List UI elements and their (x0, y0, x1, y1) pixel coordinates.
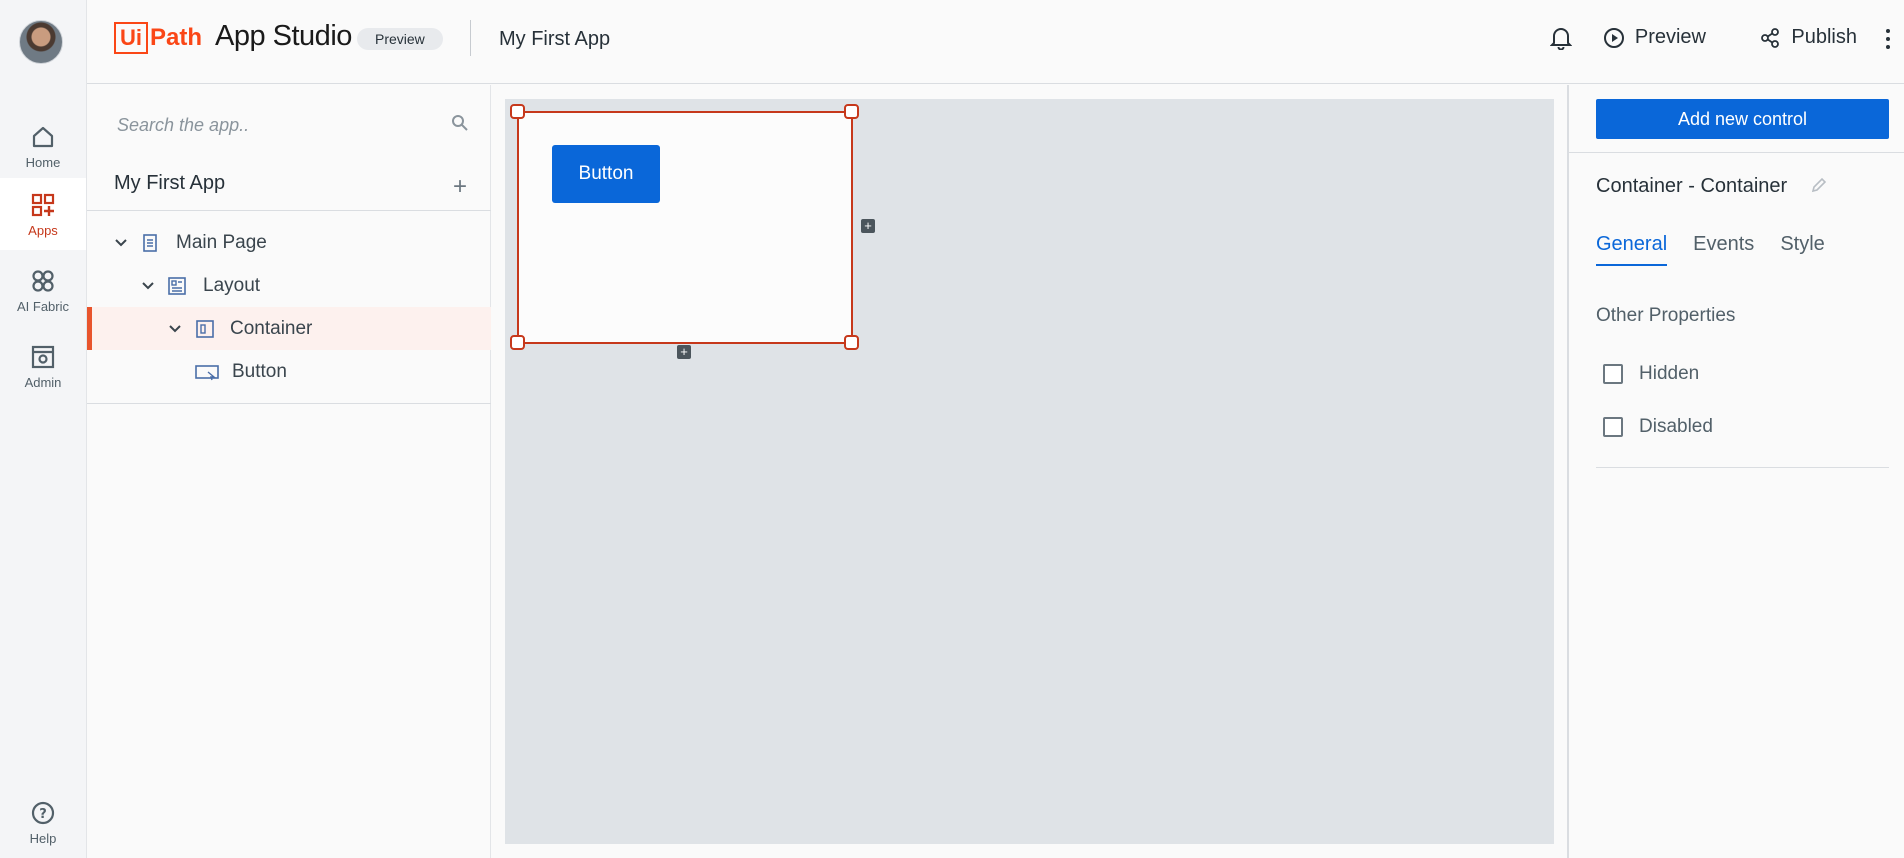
preview-badge: Preview (357, 28, 443, 50)
help-icon: ? (31, 801, 55, 824)
tree-item-layout[interactable]: Layout (87, 264, 491, 307)
hidden-checkbox-row[interactable]: Hidden (1603, 363, 1699, 385)
tree-item-button[interactable]: Button (87, 350, 491, 393)
app-studio: Home Apps AI Fabric Admin ? Help Ui Path… (0, 0, 1904, 858)
design-canvas-area: Button + + (491, 85, 1567, 858)
disabled-checkbox-row[interactable]: Disabled (1603, 416, 1713, 438)
project-name[interactable]: My First App (499, 28, 610, 51)
home-icon (32, 126, 54, 147)
tree-item-container[interactable]: Container (87, 307, 491, 350)
nav-item-label: AI Fabric (16, 298, 69, 314)
disabled-checkbox-label: Disabled (1639, 416, 1713, 437)
share-icon (1761, 27, 1780, 48)
add-below-icon[interactable]: + (677, 345, 691, 359)
props-section-divider (1596, 467, 1889, 468)
resize-handle-bottom-right[interactable] (844, 335, 859, 350)
publish-button[interactable]: Publish (1759, 26, 1857, 49)
product-name: App Studio (215, 20, 352, 52)
play-circle-icon (1603, 27, 1624, 48)
section-title: Other Properties (1596, 305, 1736, 326)
resize-handle-top-right[interactable] (844, 104, 859, 119)
control-title: Container - Container (1596, 175, 1788, 197)
project-title: My First App (114, 172, 226, 194)
ai-fabric-icon (32, 269, 54, 292)
selected-container[interactable]: Button (517, 111, 853, 344)
resize-handle-bottom-left[interactable] (510, 335, 525, 350)
logo-path: Path (150, 24, 203, 51)
project-row: My First App + (87, 165, 491, 211)
tree-item-label: Main Page (176, 231, 267, 253)
pencil-icon[interactable] (1809, 175, 1829, 195)
tree-item-main-page[interactable]: Main Page (87, 221, 491, 264)
tab-events[interactable]: Events (1693, 233, 1754, 266)
chevron-down-icon[interactable] (167, 321, 183, 337)
search-input[interactable]: Search the app.. (117, 115, 249, 136)
nav-item-label: Home (25, 154, 61, 170)
nav-item-ai-fabric[interactable]: AI Fabric (0, 254, 86, 326)
admin-icon (31, 345, 55, 368)
props-divider (1569, 152, 1904, 153)
nav-rail: Home Apps AI Fabric Admin ? Help (0, 0, 87, 858)
tree-item-label: Container (230, 317, 313, 339)
publish-button-label: Publish (1791, 26, 1857, 48)
tree-item-label: Layout (203, 274, 261, 296)
header-divider (470, 20, 471, 56)
add-new-control-button[interactable]: Add new control (1596, 99, 1889, 139)
page-icon (143, 233, 157, 252)
nav-item-label: Help (29, 830, 57, 846)
uipath-logo[interactable]: Ui Path (114, 22, 202, 54)
container-icon (196, 319, 214, 338)
nav-item-help[interactable]: ? Help (0, 786, 86, 858)
preview-button-label: Preview (1634, 26, 1706, 48)
disabled-checkbox[interactable] (1603, 417, 1623, 437)
layout-icon (168, 276, 186, 295)
tree-view: Main Page Layout Container Button (87, 221, 491, 393)
nav-item-label: Admin (24, 374, 62, 390)
nav-item-home[interactable]: Home (0, 110, 86, 182)
hidden-checkbox[interactable] (1603, 364, 1623, 384)
top-header: Ui Path App Studio Preview My First App … (87, 0, 1904, 84)
tree-divider (87, 403, 491, 404)
properties-panel: Add new control Container - Container Ge… (1567, 85, 1904, 858)
chevron-down-icon[interactable] (140, 278, 156, 294)
nav-item-apps[interactable]: Apps (0, 178, 86, 250)
more-menu-icon[interactable] (1882, 26, 1894, 52)
svg-text:?: ? (39, 807, 47, 822)
hidden-checkbox-label: Hidden (1639, 363, 1700, 384)
add-right-icon[interactable]: + (861, 219, 875, 233)
logo-ui: Ui (114, 22, 148, 54)
chevron-down-icon[interactable] (113, 235, 129, 251)
bell-icon (1550, 28, 1572, 50)
tab-style[interactable]: Style (1780, 233, 1824, 266)
nav-item-admin[interactable]: Admin (0, 330, 86, 402)
preview-button[interactable]: Preview (1603, 26, 1706, 49)
nav-item-label: Apps (28, 222, 58, 238)
design-canvas[interactable]: Button + + (505, 99, 1554, 844)
user-avatar[interactable] (19, 20, 63, 64)
tab-general[interactable]: General (1596, 233, 1668, 266)
add-page-button[interactable]: + (453, 175, 467, 199)
resize-handle-top-left[interactable] (510, 104, 525, 119)
search-icon[interactable] (451, 114, 469, 132)
button-control-icon (195, 364, 219, 380)
notifications-button[interactable] (1550, 26, 1572, 50)
search-box[interactable]: Search the app.. (87, 85, 491, 151)
canvas-button-control[interactable]: Button (552, 145, 660, 203)
app-explorer: Search the app.. My First App + Main Pag… (87, 85, 491, 858)
props-tabs: General Events Style (1596, 233, 1825, 266)
apps-icon (31, 193, 55, 216)
tree-item-label: Button (232, 360, 287, 382)
